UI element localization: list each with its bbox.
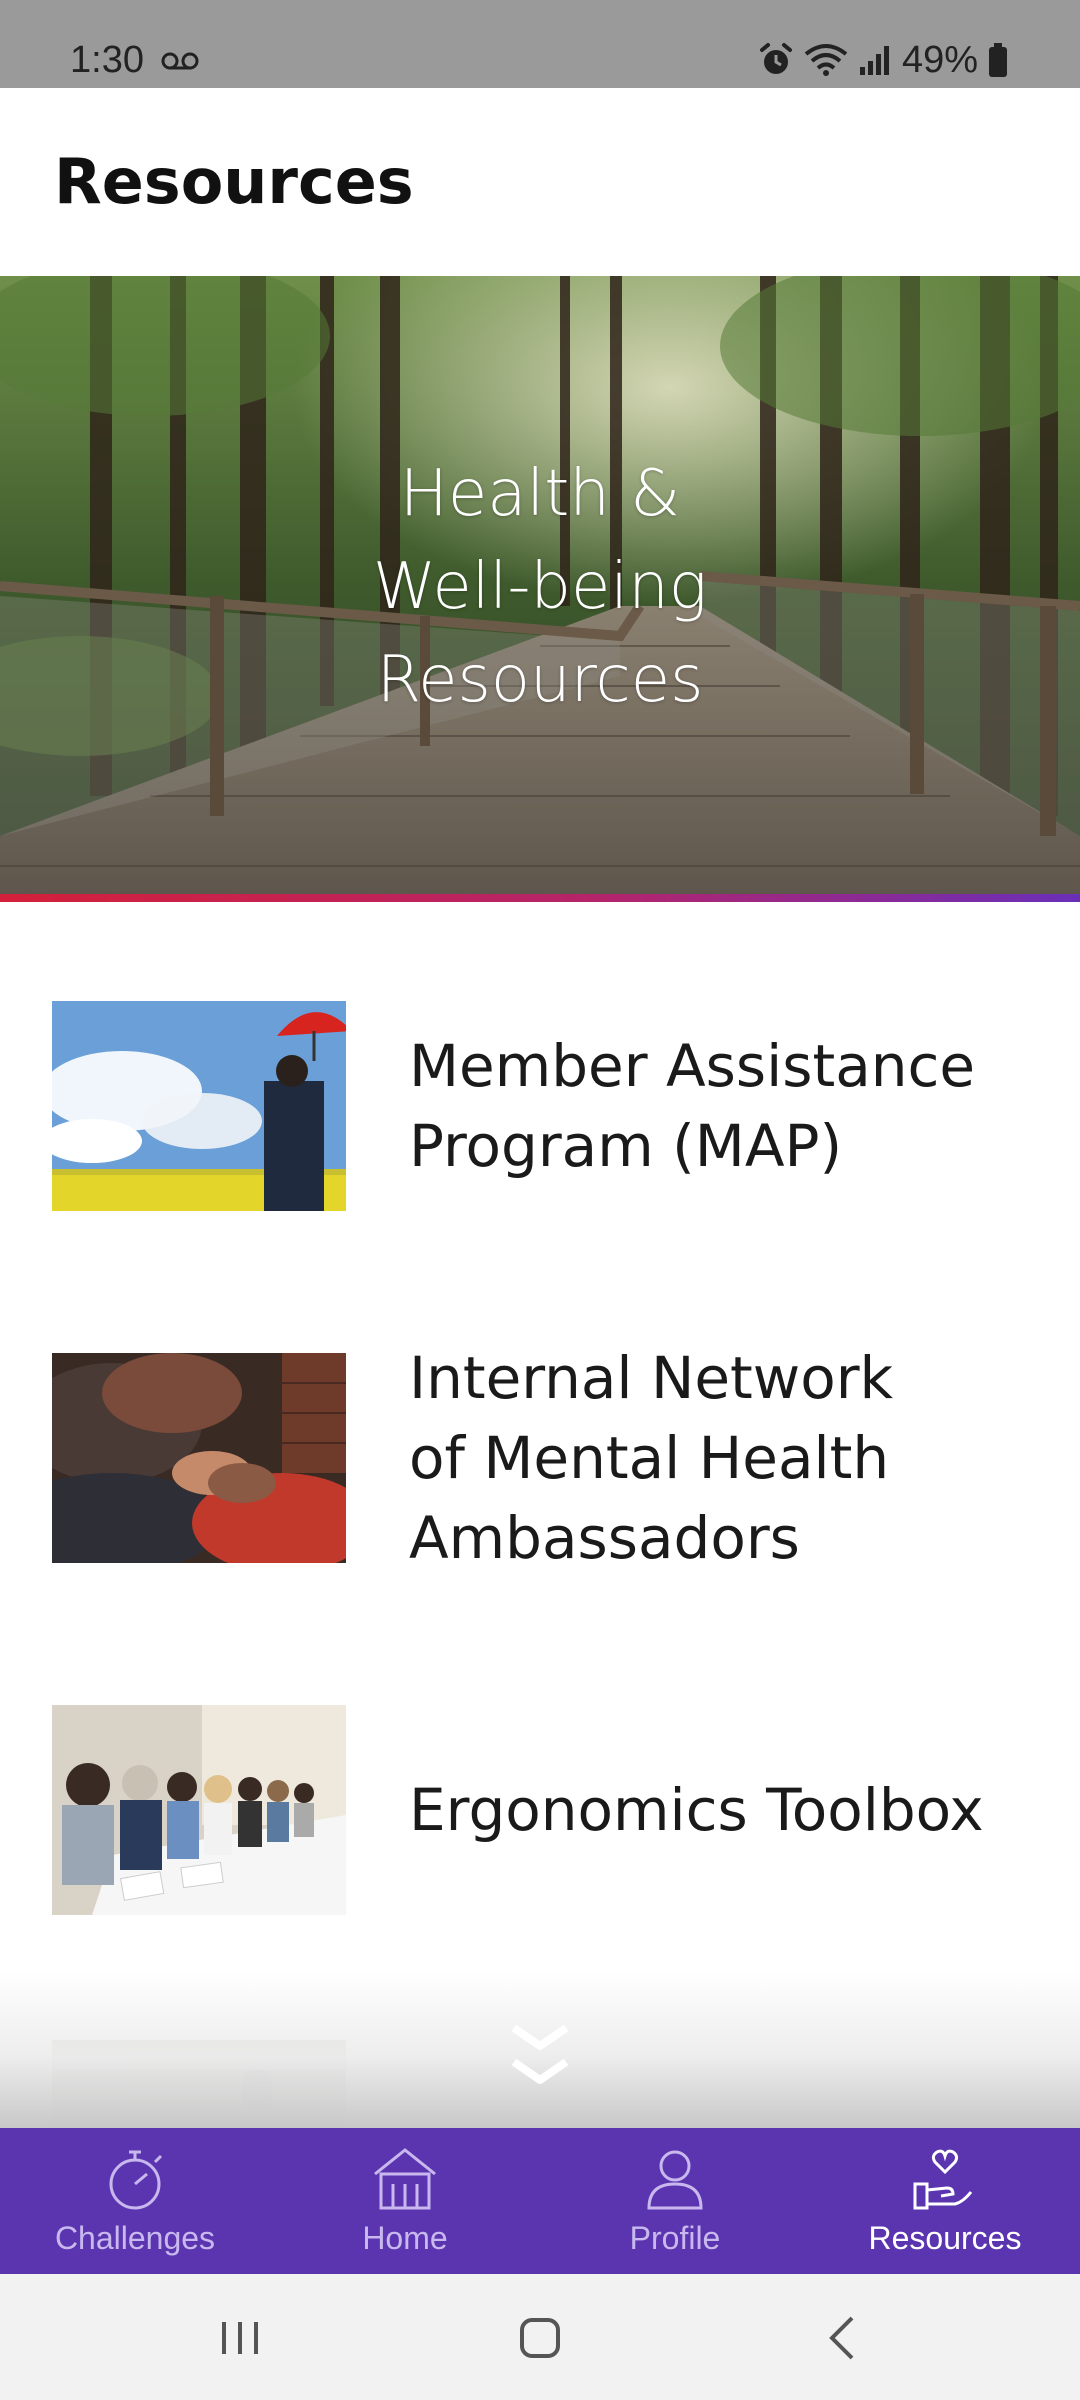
hero-title: Health & Well-being Resources bbox=[372, 457, 708, 717]
resource-label: Internal Network of Mental Health Ambass… bbox=[409, 1344, 894, 1572]
stopwatch-icon bbox=[109, 2150, 163, 2210]
bottom-nav: Challenges Home Profile Resources bbox=[0, 2128, 1080, 2274]
resource-label: Ergonomics Toolbox bbox=[409, 1776, 984, 1844]
battery-icon bbox=[989, 43, 1007, 77]
resource-item-ergonomics-toolbox[interactable]: Ergonomics Toolbox bbox=[52, 1705, 1032, 1917]
tab-profile[interactable]: Profile bbox=[540, 2128, 810, 2274]
resource-label: Member Assistance Program (MAP) bbox=[409, 1032, 976, 1180]
page-title: Resources bbox=[54, 145, 414, 218]
voicemail-icon bbox=[161, 52, 199, 70]
battery-percent: 49% bbox=[901, 39, 978, 81]
recent-apps-icon[interactable] bbox=[210, 2308, 270, 2368]
resource-item-map[interactable]: Member Assistance Program (MAP) bbox=[52, 1001, 1032, 1213]
holding-hands-thumbnail bbox=[52, 1353, 346, 1563]
status-time: 1:30 bbox=[70, 39, 144, 81]
tab-challenges[interactable]: Challenges bbox=[0, 2128, 270, 2274]
hand-heart-icon bbox=[913, 2149, 973, 2210]
hero-divider bbox=[0, 894, 1080, 902]
tab-home[interactable]: Home bbox=[270, 2128, 540, 2274]
status-icons: 49% bbox=[758, 34, 1008, 86]
signal-icon bbox=[859, 46, 889, 75]
back-icon[interactable] bbox=[814, 2308, 874, 2368]
home-icon bbox=[374, 2148, 436, 2210]
scroll-down-chevrons-icon[interactable] bbox=[510, 2016, 570, 2100]
alarm-icon bbox=[759, 43, 792, 74]
tab-label: Home bbox=[362, 2220, 448, 2256]
tab-resources[interactable]: Resources bbox=[810, 2128, 1080, 2274]
resource-item-mental-health-network[interactable]: Internal Network of Mental Health Ambass… bbox=[52, 1344, 1032, 1572]
status-bar: 1:30 49% bbox=[0, 0, 1080, 88]
person-icon bbox=[647, 2150, 703, 2210]
tab-label: Resources bbox=[868, 2220, 1022, 2256]
man-umbrella-thumbnail bbox=[52, 1001, 346, 1211]
tab-label: Challenges bbox=[54, 2220, 216, 2256]
wifi-icon bbox=[804, 44, 848, 76]
hero-banner[interactable]: Health & Well-being Resources bbox=[0, 276, 1080, 896]
system-nav-bar bbox=[0, 2274, 1080, 2400]
app-header: Resources bbox=[0, 88, 1080, 276]
tab-label: Profile bbox=[629, 2220, 721, 2256]
home-button-icon[interactable] bbox=[510, 2308, 570, 2368]
team-meeting-thumbnail bbox=[52, 1705, 346, 1915]
